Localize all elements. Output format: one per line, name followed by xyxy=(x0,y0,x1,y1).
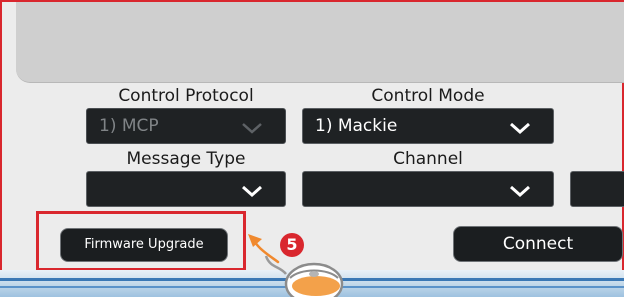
message-type-dropdown[interactable] xyxy=(86,171,286,207)
chevron-down-icon xyxy=(510,185,530,197)
control-protocol-dropdown[interactable]: 1) MCP xyxy=(86,108,286,144)
chevron-down-icon xyxy=(242,123,262,134)
control-mode-dropdown[interactable]: 1) Mackie xyxy=(302,108,554,144)
third-dropdown-partial[interactable] xyxy=(570,171,624,207)
control-mode-label: Control Mode xyxy=(371,86,485,106)
control-mode-value: 1) Mackie xyxy=(315,116,398,136)
message-type-label: Message Type xyxy=(126,149,246,169)
control-protocol-label: Control Protocol xyxy=(118,86,254,106)
connect-button[interactable]: Connect xyxy=(453,226,623,262)
mouse-icon xyxy=(264,255,344,297)
chevron-down-icon xyxy=(510,122,530,134)
header-bar xyxy=(16,2,624,83)
firmware-upgrade-highlight xyxy=(36,211,246,271)
channel-label: Channel xyxy=(393,149,463,169)
channel-dropdown[interactable] xyxy=(302,171,554,207)
control-protocol-value: 1) MCP xyxy=(99,116,159,136)
chevron-down-icon xyxy=(242,185,262,197)
